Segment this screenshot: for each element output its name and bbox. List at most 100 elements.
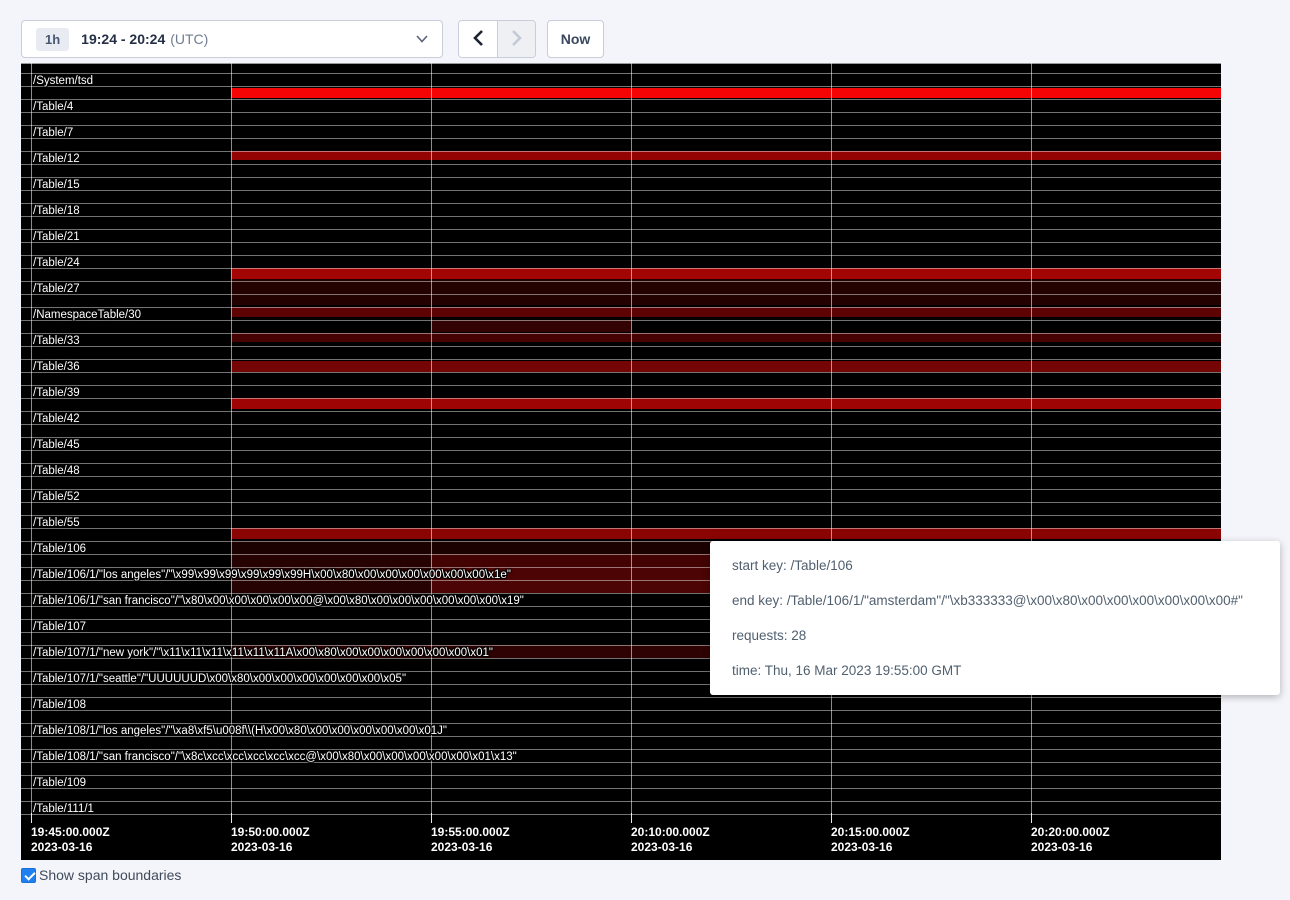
span-boundary-line — [21, 476, 1221, 477]
span-row-label: /Table/107/1/"seattle"/"UUUUUUD\x00\x80\… — [33, 673, 406, 686]
time-range-preset-badge: 1h — [36, 28, 69, 51]
heat-band — [231, 528, 1221, 539]
span-row-label: /Table/107/1/"new york"/"\x11\x11\x11\x1… — [33, 647, 493, 660]
previous-time-window-button[interactable] — [459, 21, 497, 57]
span-row-label: /Table/55 — [33, 517, 80, 530]
span-row-label: /Table/18 — [33, 205, 80, 218]
now-button[interactable]: Now — [547, 20, 604, 58]
time-gridline — [1031, 63, 1032, 815]
time-axis-label: 19:45:00.000Z2023-03-16 — [31, 825, 110, 854]
span-row-label: /Table/106/1/"los angeles"/"\x99\x99\x99… — [33, 569, 511, 582]
time-range-dropdown[interactable]: 1h 19:24 - 20:24 (UTC) — [21, 20, 443, 58]
time-axis-tick — [831, 813, 832, 823]
span-row-label: /Table/45 — [33, 439, 80, 452]
span-boundary-line — [21, 177, 1221, 178]
span-boundary-line — [21, 112, 1221, 113]
tooltip-time: time: Thu, 16 Mar 2023 19:55:00 GMT — [732, 663, 1258, 678]
span-boundary-line — [21, 801, 1221, 802]
span-boundary-line — [21, 385, 1221, 386]
span-boundary-line — [21, 710, 1221, 711]
span-row-label: /Table/4 — [33, 101, 73, 114]
span-row-label: /Table/107 — [33, 621, 86, 634]
span-row-label: /Table/12 — [33, 153, 80, 166]
span-boundary-line — [21, 138, 1221, 139]
time-axis-label: 19:50:00.000Z2023-03-16 — [231, 825, 310, 854]
span-boundary-line — [21, 372, 1221, 373]
span-boundary-line — [21, 73, 1221, 74]
time-axis-label: 20:10:00.000Z2023-03-16 — [631, 825, 710, 854]
span-boundary-line — [21, 63, 1221, 64]
tooltip-requests: requests: 28 — [732, 628, 1258, 643]
span-boundary-line — [21, 86, 1221, 87]
time-axis-tick — [231, 813, 232, 823]
span-boundary-line — [21, 268, 1221, 269]
heat-band — [231, 398, 1221, 409]
span-boundary-line — [21, 99, 1221, 100]
time-gridline — [631, 63, 632, 815]
span-row-label: /Table/108/1/"los angeles"/"\xa8\xf5\u00… — [33, 725, 447, 738]
heat-band — [231, 361, 1221, 372]
time-gridline — [31, 63, 32, 815]
span-boundary-line — [21, 203, 1221, 204]
span-boundary-line — [21, 775, 1221, 776]
key-visualizer-heatmap[interactable]: 19:45:00.000Z2023-03-16 19:50:00.000Z2023… — [21, 63, 1221, 860]
span-row-label: /Table/106/1/"san francisco"/"\x80\x00\x… — [33, 595, 524, 608]
span-boundary-line — [21, 333, 1221, 334]
span-row-label: /Table/21 — [33, 231, 80, 244]
span-boundary-line — [21, 463, 1221, 464]
time-axis-label: 20:20:00.000Z2023-03-16 — [1031, 825, 1110, 854]
span-row-label: /Table/24 — [33, 257, 80, 270]
time-gridline — [431, 63, 432, 815]
span-boundary-line — [21, 697, 1221, 698]
span-boundary-line — [21, 242, 1221, 243]
span-boundary-line — [21, 281, 1221, 282]
span-row-label: /Table/52 — [33, 491, 80, 504]
span-row-label: /Table/108 — [33, 699, 86, 712]
span-boundary-line — [21, 164, 1221, 165]
heat-band — [231, 268, 1221, 279]
span-row-label: /Table/108/1/"san francisco"/"\x8c\xcc\x… — [33, 751, 517, 764]
time-axis-tick — [31, 813, 32, 823]
span-boundary-line — [21, 437, 1221, 438]
span-boundary-line — [21, 398, 1221, 399]
span-row-label: /Table/106 — [33, 543, 86, 556]
span-boundary-line — [21, 320, 1221, 321]
span-boundary-line — [21, 814, 1221, 815]
time-axis-tick — [631, 813, 632, 823]
heat-band — [231, 151, 1221, 160]
time-axis-label: 19:55:00.000Z2023-03-16 — [431, 825, 510, 854]
tooltip-end-key: end key: /Table/106/1/"amsterdam"/"\xb33… — [732, 593, 1258, 608]
chevron-left-icon — [471, 29, 485, 50]
time-gridline — [831, 63, 832, 815]
tooltip-start-key: start key: /Table/106 — [732, 558, 1258, 573]
span-row-label: /Table/36 — [33, 361, 80, 374]
span-row-label: /Table/33 — [33, 335, 80, 348]
show-span-boundaries-checkbox[interactable] — [21, 868, 36, 883]
span-boundary-line — [21, 723, 1221, 724]
span-boundary-line — [21, 411, 1221, 412]
span-row-label: /Table/109 — [33, 777, 86, 790]
chevron-right-icon — [510, 29, 524, 50]
time-range-value: 19:24 - 20:24 — [81, 31, 165, 47]
span-boundary-line — [21, 125, 1221, 126]
time-axis-label: 20:15:00.000Z2023-03-16 — [831, 825, 910, 854]
span-boundary-line — [21, 255, 1221, 256]
span-row-label: /Table/39 — [33, 387, 80, 400]
span-boundary-line — [21, 190, 1221, 191]
span-row-label: /System/tsd — [33, 75, 93, 88]
heatmap-tooltip: start key: /Table/106 end key: /Table/10… — [710, 541, 1280, 695]
heat-band — [231, 307, 1221, 317]
next-time-window-button[interactable] — [497, 21, 535, 57]
span-boundary-line — [21, 788, 1221, 789]
span-boundary-line — [21, 151, 1221, 152]
span-boundary-line — [21, 307, 1221, 308]
span-row-label: /Table/42 — [33, 413, 80, 426]
time-axis-tick — [431, 813, 432, 823]
span-boundary-line — [21, 424, 1221, 425]
span-boundary-line — [21, 359, 1221, 360]
heat-band — [431, 320, 631, 332]
show-span-boundaries-label: Show span boundaries — [39, 867, 181, 883]
time-nav-group — [458, 20, 536, 58]
time-gridline — [231, 63, 232, 815]
span-boundary-line — [21, 294, 1221, 295]
